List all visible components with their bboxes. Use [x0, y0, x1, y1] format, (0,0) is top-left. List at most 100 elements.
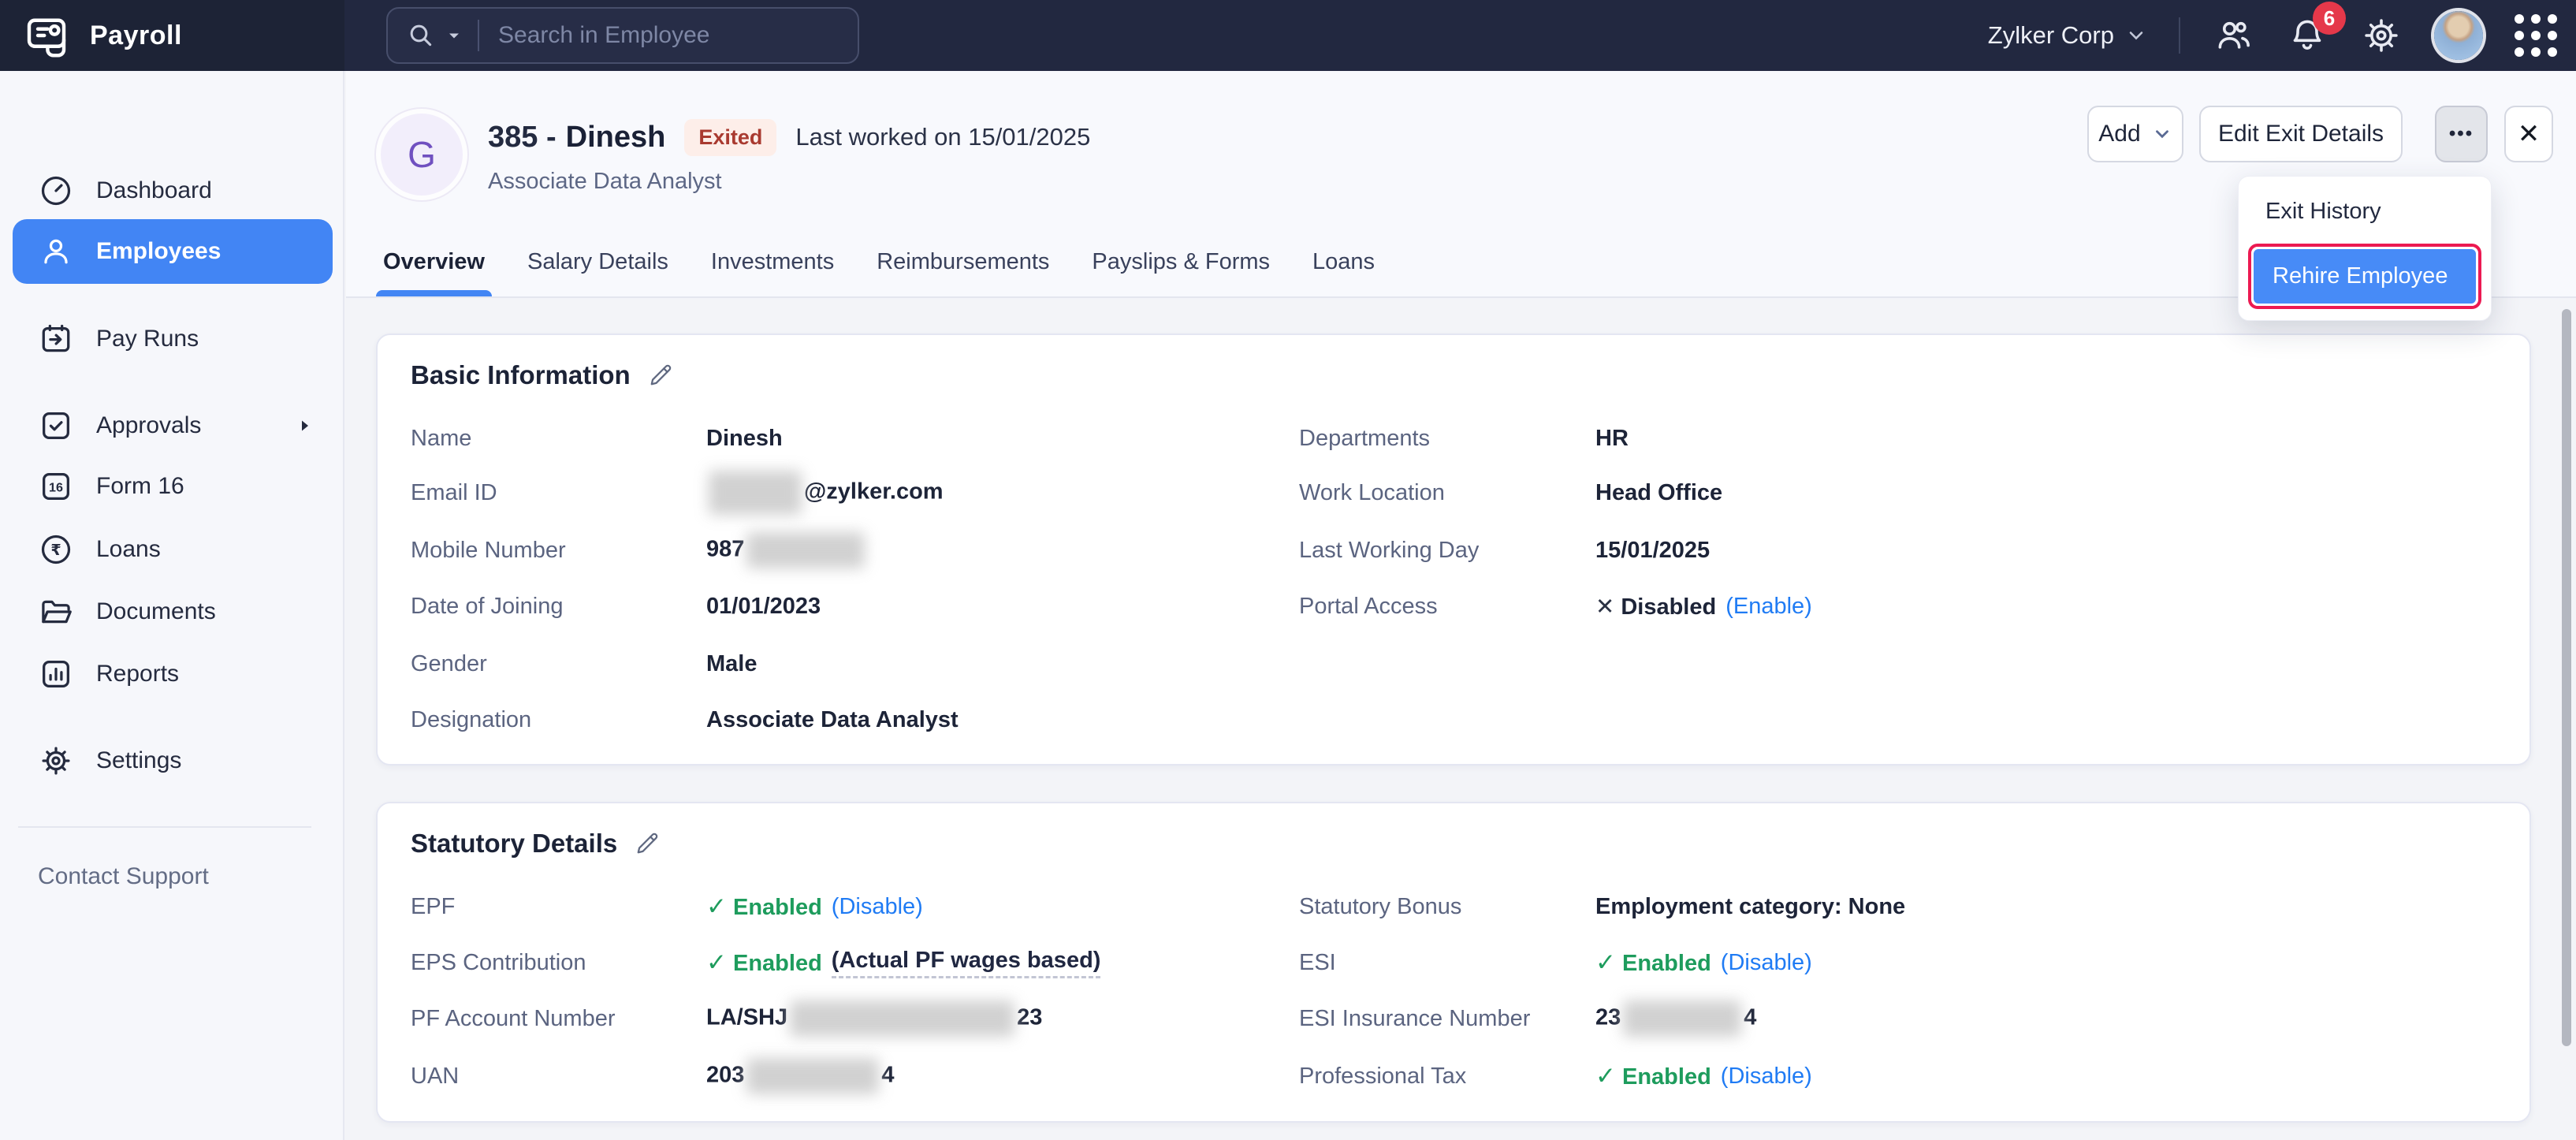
app-grid-icon[interactable]	[2515, 14, 2557, 57]
employee-name: Dinesh	[566, 121, 666, 155]
sidebar-item-loans[interactable]: ₹ Loans	[13, 517, 333, 582]
dashboard-icon	[38, 173, 74, 209]
add-button[interactable]: Add	[2087, 106, 2183, 162]
search-icon	[405, 20, 437, 51]
payroll-logo-icon	[20, 9, 73, 61]
notification-count-badge: 6	[2313, 2, 2346, 35]
disable-esi-link[interactable]: (Disable)	[1721, 950, 1812, 976]
sidebar: Dashboard Employees Pay Runs Approvals	[0, 71, 344, 1140]
field-name: Name Dinesh	[411, 423, 783, 454]
enable-portal-access-link[interactable]: (Enable)	[1725, 594, 1812, 620]
sidebar-item-label: Dashboard	[96, 177, 212, 204]
global-search[interactable]: Search in Employee	[386, 7, 859, 64]
settings-icon	[38, 743, 74, 779]
employees-icon	[38, 233, 74, 270]
field-departments: Departments HR	[1299, 423, 1629, 454]
edit-basic-information-icon[interactable]	[646, 361, 675, 389]
sidebar-item-dashboard[interactable]: Dashboard	[13, 158, 333, 223]
disable-epf-link[interactable]: (Disable)	[832, 894, 923, 920]
pay-runs-icon	[38, 321, 74, 357]
tab-reimbursements[interactable]: Reimbursements	[877, 249, 1049, 296]
users-icon[interactable]	[2212, 14, 2254, 57]
contact-support-link[interactable]: Contact Support	[38, 863, 209, 890]
tab-salary-details[interactable]: Salary Details	[527, 249, 668, 296]
form-16-icon: 16	[38, 468, 74, 505]
app-name: Payroll	[90, 20, 182, 51]
field-esi-insurance-number: ESI Insurance Number 234	[1299, 1003, 1756, 1034]
employee-avatar: G	[381, 114, 463, 196]
sidebar-item-documents[interactable]: Documents	[13, 579, 333, 644]
redacted-esi-number	[1623, 1000, 1741, 1037]
eps-note[interactable]: (Actual PF wages based)	[832, 948, 1101, 978]
sidebar-item-label: Form 16	[96, 473, 184, 500]
documents-icon	[38, 594, 74, 630]
org-switcher[interactable]: Zylker Corp	[1988, 21, 2147, 50]
field-last-working-day: Last Working Day 15/01/2025	[1299, 535, 1710, 566]
svg-text:₹: ₹	[50, 541, 61, 559]
sidebar-item-employees[interactable]: Employees	[13, 219, 333, 284]
field-designation: Designation Associate Data Analyst	[411, 704, 959, 736]
tab-overview[interactable]: Overview	[383, 249, 485, 296]
more-actions-button[interactable]: •••	[2435, 106, 2488, 162]
vertical-scrollbar[interactable]	[2562, 309, 2571, 1046]
status-badge: Exited	[684, 119, 776, 156]
field-uan: UAN 2034	[411, 1060, 895, 1092]
close-button[interactable]: ✕	[2504, 106, 2553, 162]
field-work-location: Work Location Head Office	[1299, 477, 1722, 509]
sidebar-item-pay-runs[interactable]: Pay Runs	[13, 307, 333, 371]
sidebar-item-label: Settings	[96, 747, 181, 774]
reports-icon	[38, 656, 74, 692]
search-scope-chevron-icon[interactable]	[445, 26, 463, 45]
check-icon: Enabled	[1595, 948, 1711, 977]
field-mobile: Mobile Number 987	[411, 535, 867, 566]
redacted-uan	[746, 1058, 879, 1094]
svg-text:16: 16	[49, 481, 63, 495]
settings-gear-button[interactable]	[2360, 14, 2403, 57]
disable-professional-tax-link[interactable]: (Disable)	[1721, 1064, 1812, 1090]
check-icon: Enabled	[1595, 1062, 1711, 1090]
statutory-details-title: Statutory Details	[411, 829, 617, 859]
employee-id: 385 -	[488, 121, 557, 155]
gear-icon	[2360, 14, 2403, 57]
last-worked-text: Last worked on 15/01/2025	[795, 123, 1090, 151]
field-portal-access: Portal Access Disabled (Enable)	[1299, 590, 1812, 622]
tab-investments[interactable]: Investments	[711, 249, 834, 296]
chevron-down-icon	[2125, 24, 2147, 47]
more-actions-menu: Exit History Rehire Employee	[2238, 176, 2492, 321]
navbar-divider	[2179, 17, 2180, 54]
sidebar-item-label: Loans	[96, 536, 161, 563]
add-button-label: Add	[2098, 121, 2140, 147]
field-epf: EPF Enabled (Disable)	[411, 891, 923, 922]
redacted-email-prefix	[709, 471, 802, 515]
basic-information-card: Basic Information Name Dinesh Email ID @…	[376, 333, 2531, 766]
edit-statutory-details-icon[interactable]	[633, 829, 661, 858]
check-icon: Enabled	[706, 892, 822, 921]
org-name: Zylker Corp	[1988, 21, 2114, 50]
sidebar-item-label: Documents	[96, 598, 216, 625]
field-esi: ESI Enabled (Disable)	[1299, 947, 1812, 978]
menu-item-exit-history[interactable]: Exit History	[2239, 188, 2491, 236]
field-email: Email ID @zylker.com	[411, 477, 944, 509]
field-professional-tax: Professional Tax Enabled (Disable)	[1299, 1060, 1812, 1092]
sidebar-item-label: Employees	[96, 238, 221, 265]
menu-item-rehire-employee[interactable]: Rehire Employee	[2251, 247, 2478, 306]
sidebar-item-label: Pay Runs	[96, 326, 199, 352]
tab-payslips-forms[interactable]: Payslips & Forms	[1092, 249, 1270, 296]
top-navbar: Payroll Search in Employee Zylker Corp	[0, 0, 2576, 71]
sidebar-item-approvals[interactable]: Approvals	[13, 393, 333, 458]
chevron-right-icon	[295, 416, 314, 435]
loans-icon: ₹	[38, 531, 74, 568]
sidebar-item-reports[interactable]: Reports	[13, 642, 333, 706]
app-logo[interactable]: Payroll	[20, 9, 182, 61]
sidebar-item-settings[interactable]: Settings	[13, 728, 333, 793]
field-date-of-joining: Date of Joining 01/01/2023	[411, 590, 821, 622]
approvals-icon	[38, 408, 74, 444]
redacted-mobile	[746, 532, 865, 568]
search-input[interactable]: Search in Employee	[498, 22, 709, 49]
edit-exit-details-button[interactable]: Edit Exit Details	[2199, 106, 2403, 162]
user-avatar[interactable]	[2434, 11, 2483, 60]
sidebar-divider	[18, 826, 311, 828]
notifications-button[interactable]: 6	[2286, 14, 2328, 57]
tab-loans[interactable]: Loans	[1312, 249, 1375, 296]
sidebar-item-form-16[interactable]: 16 Form 16	[13, 454, 333, 519]
